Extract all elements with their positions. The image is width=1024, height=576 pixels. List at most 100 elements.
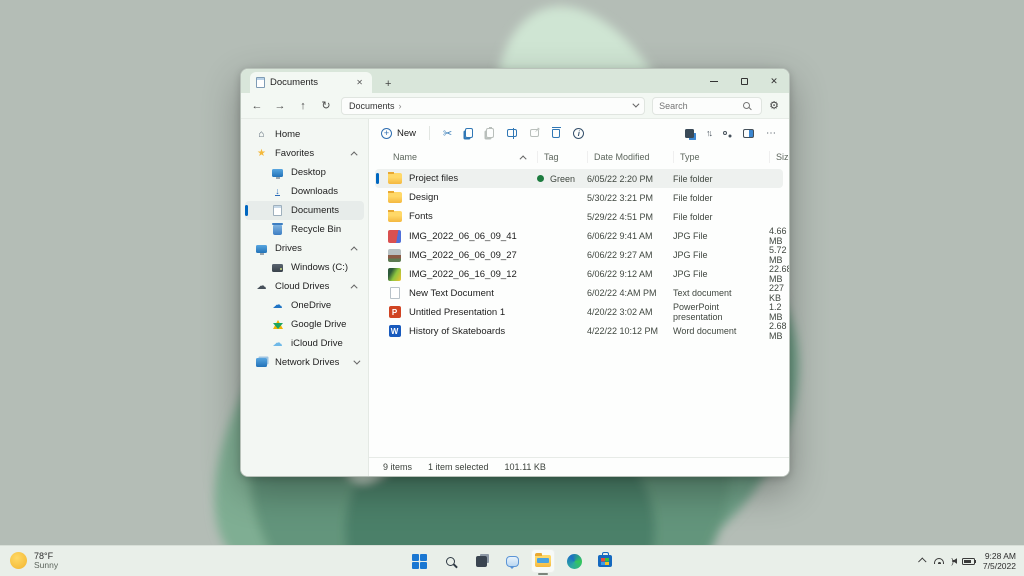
file-list: Project files Green 6/05/22 2:20 PM File… <box>369 167 789 457</box>
toolbar: + New ✂ i ↑↓ ⋯ <box>369 119 789 147</box>
sidebar-item-downloads[interactable]: ↓ Downloads <box>245 182 364 201</box>
taskbar-clock[interactable]: 9:28 AM 7/5/2022 <box>983 551 1016 571</box>
view-options-icon[interactable] <box>685 128 694 138</box>
wifi-icon[interactable] <box>934 558 945 564</box>
new-tab-button[interactable]: + <box>380 78 396 90</box>
chat-button[interactable] <box>500 549 524 573</box>
column-name[interactable]: Name <box>387 151 537 163</box>
copy-icon[interactable] <box>465 128 474 138</box>
sort-icon[interactable]: ↑↓ <box>706 128 713 138</box>
file-row-project-files[interactable]: Project files Green 6/05/22 2:20 PM File… <box>375 169 783 188</box>
sidebar-item-documents[interactable]: Documents <box>245 201 364 220</box>
collapse-chevron-icon[interactable] <box>350 246 358 254</box>
window-controls: ✕ <box>699 69 789 93</box>
properties-icon[interactable]: i <box>573 127 585 139</box>
file-row-design[interactable]: Design 5/30/22 3:21 PM File folder <box>375 188 783 207</box>
breadcrumb[interactable]: Documents <box>349 101 395 111</box>
downloads-icon: ↓ <box>275 186 280 196</box>
cut-icon[interactable]: ✂ <box>443 127 452 140</box>
start-button[interactable] <box>407 549 431 573</box>
sidebar-item-favorites[interactable]: ★ Favorites <box>245 144 364 163</box>
column-date-modified[interactable]: Date Modified <box>587 151 673 163</box>
collapse-chevron-icon[interactable] <box>350 284 358 292</box>
breadcrumb-separator-icon: › <box>398 100 402 111</box>
minimize-button[interactable] <box>699 69 729 93</box>
battery-icon[interactable] <box>961 557 977 565</box>
file-row-img-09-41[interactable]: IMG_2022_06_06_09_41 6/06/22 9:41 AM JPG… <box>375 226 787 246</box>
sidebar-item-cloud-drives[interactable]: ☁ Cloud Drives <box>245 277 364 296</box>
group-by-icon[interactable] <box>723 131 727 135</box>
edge-button[interactable] <box>562 549 586 573</box>
drives-icon <box>255 244 268 255</box>
maximize-button[interactable] <box>729 69 759 93</box>
sidebar-item-home[interactable]: ⌂ Home <box>245 125 364 144</box>
sidebar-item-drives[interactable]: Drives <box>245 239 364 258</box>
clock-time: 9:28 AM <box>984 550 1016 561</box>
network-drives-icon <box>255 358 268 367</box>
address-dropdown-icon[interactable] <box>632 100 640 108</box>
file-row-img-09-27[interactable]: IMG_2022_06_06_09_27 6/06/22 9:27 AM JPG… <box>375 245 787 265</box>
address-bar[interactable]: Documents › <box>341 96 646 115</box>
collapse-chevron-icon[interactable] <box>350 151 358 159</box>
search-input[interactable] <box>659 100 744 111</box>
volume-control[interactable]: ) <box>951 557 958 566</box>
taskbar-center-icons <box>407 549 617 575</box>
tab-documents[interactable]: Documents ✕ <box>250 72 372 93</box>
windows-logo-icon <box>411 553 427 569</box>
file-row-new-text-document[interactable]: New Text Document 6/02/22 4:AM PM Text d… <box>375 283 784 303</box>
store-button[interactable] <box>593 549 617 573</box>
new-button[interactable]: + New <box>381 127 416 139</box>
folder-icon <box>387 172 402 185</box>
expand-chevron-icon[interactable] <box>353 357 361 365</box>
details-pane-icon[interactable] <box>743 128 754 138</box>
refresh-icon[interactable]: ↻ <box>318 99 334 112</box>
image-thumbnail-icon <box>387 248 402 262</box>
column-header-row: Name Tag Date Modified Type Size <box>369 147 789 167</box>
file-row-untitled-presentation[interactable]: P Untitled Presentation 1 4/20/22 3:02 AM… <box>375 302 783 322</box>
taskbar-search-button[interactable] <box>438 549 462 573</box>
task-view-button[interactable] <box>469 549 493 573</box>
column-tag[interactable]: Tag <box>537 151 587 163</box>
column-size[interactable]: Size <box>769 151 789 163</box>
up-icon[interactable]: ↑ <box>295 100 311 112</box>
sidebar-item-recycle-bin[interactable]: Recycle Bin <box>245 220 364 239</box>
file-explorer-window: Documents ✕ + ✕ ← → ↑ ↻ Documents › Sear… <box>240 68 790 477</box>
sidebar-item-onedrive[interactable]: ☁ OneDrive <box>245 296 364 315</box>
settings-gear-icon[interactable]: ⚙ <box>769 99 779 112</box>
back-icon[interactable]: ← <box>249 100 265 112</box>
delete-icon[interactable] <box>551 127 561 138</box>
rename-icon[interactable] <box>507 128 518 139</box>
sidebar-item-desktop[interactable]: Desktop <box>245 163 364 182</box>
powerpoint-icon: P <box>387 306 402 319</box>
navigation-bar: ← → ↑ ↻ Documents › ⚙ <box>241 93 789 119</box>
paste-icon[interactable] <box>486 127 495 138</box>
sidebar-item-google-drive[interactable]: Google Drive <box>245 315 364 334</box>
recycle-bin-icon <box>271 222 284 235</box>
image-thumbnail-icon <box>387 229 402 243</box>
column-type[interactable]: Type <box>673 151 769 163</box>
sidebar-item-icloud-drive[interactable]: ☁ iCloud Drive <box>245 334 364 353</box>
tab-close-icon[interactable]: ✕ <box>353 77 366 88</box>
file-explorer-button[interactable] <box>531 549 555 575</box>
file-row-img-09-12[interactable]: IMG_2022_06_16_09_12 6/06/22 9:12 AM JPG… <box>375 264 789 284</box>
status-bar: 9 items 1 item selected 101.11 KB <box>369 457 789 476</box>
close-button[interactable]: ✕ <box>759 69 789 93</box>
drive-icon <box>271 263 284 272</box>
share-icon[interactable] <box>530 126 540 137</box>
forward-icon[interactable]: → <box>272 100 288 112</box>
hidden-icons-chevron-icon[interactable] <box>918 557 927 566</box>
system-tray: ) 9:28 AM 7/5/2022 <box>918 551 1016 571</box>
search-box[interactable] <box>652 96 763 115</box>
file-row-history-of-skateboards[interactable]: W History of Skateboards 4/22/22 10:12 PM… <box>375 321 787 341</box>
taskbar: 78°F Sunny ) 9:28 AM 7/5/2022 <box>0 545 1024 576</box>
file-row-fonts[interactable]: Fonts 5/29/22 4:51 PM File folder <box>375 207 783 226</box>
sidebar-item-network-drives[interactable]: Network Drives <box>245 353 364 372</box>
selected-size: 101.11 KB <box>504 462 546 472</box>
sidebar-item-windows-c[interactable]: Windows (C:) <box>245 258 364 277</box>
image-thumbnail-icon <box>387 267 402 281</box>
tab-strip: Documents ✕ + ✕ <box>241 69 789 93</box>
selected-count: 1 item selected <box>428 462 489 472</box>
desktop: Documents ✕ + ✕ ← → ↑ ↻ Documents › Sear… <box>0 0 1024 576</box>
taskbar-weather-widget[interactable]: 78°F Sunny <box>10 551 58 571</box>
more-options-icon[interactable]: ⋯ <box>766 128 777 139</box>
